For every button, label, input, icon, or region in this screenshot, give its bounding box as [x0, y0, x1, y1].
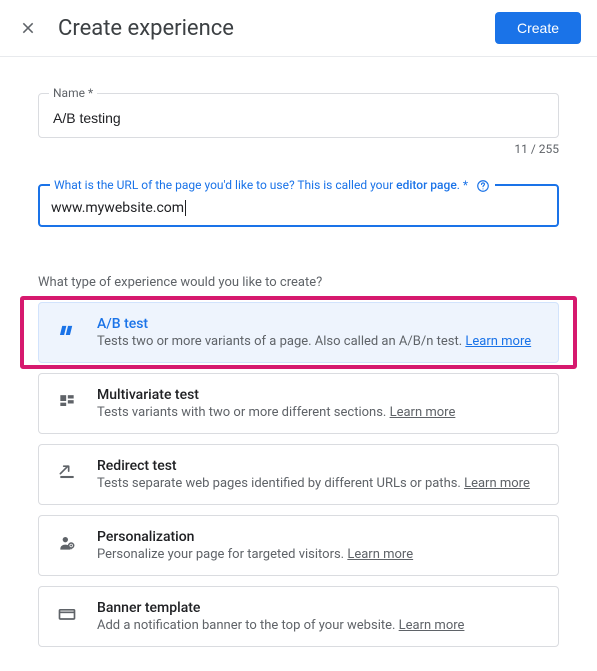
url-input-box[interactable]: What is the URL of the page you'd like t… [38, 184, 559, 227]
learn-more-link[interactable]: Learn more [399, 618, 465, 633]
option-personalization[interactable]: Personalization Personalize your page fo… [38, 515, 559, 576]
page-title: Create experience [58, 16, 495, 41]
experience-type-question: What type of experience would you like t… [38, 275, 559, 290]
experience-type-options: A/B test Tests two or more variants of a… [38, 302, 559, 647]
option-banner-template[interactable]: Banner template Add a notification banne… [38, 586, 559, 647]
learn-more-link[interactable]: Learn more [390, 405, 456, 420]
name-label: Name * [49, 86, 97, 100]
option-desc: Personalize your page for targeted visit… [97, 547, 542, 562]
option-desc-text: Add a notification banner to the top of … [97, 618, 399, 633]
url-field: What is the URL of the page you'd like t… [38, 184, 559, 227]
name-input[interactable] [51, 109, 546, 127]
name-input-box[interactable]: Name * [38, 93, 559, 138]
option-title: Multivariate test [97, 387, 542, 403]
url-label: What is the URL of the page you'd like t… [50, 178, 495, 194]
multivariate-icon [55, 389, 79, 413]
url-value: www.mywebsite.com [51, 200, 184, 216]
option-ab-wrap: A/B test Tests two or more variants of a… [38, 302, 559, 363]
text-caret [185, 200, 186, 216]
url-label-pre: What is the URL of the page you'd like t… [54, 178, 396, 192]
create-button[interactable]: Create [495, 12, 581, 44]
personalization-icon [55, 531, 79, 555]
ab-test-icon [55, 318, 79, 342]
option-desc: Tests variants with two or more differen… [97, 405, 542, 420]
redirect-icon [55, 460, 79, 484]
close-icon[interactable] [16, 16, 40, 40]
option-desc: Tests two or more variants of a page. Al… [97, 334, 542, 349]
option-desc-text: Personalize your page for targeted visit… [97, 547, 347, 562]
option-multivariate-test[interactable]: Multivariate test Tests variants with tw… [38, 373, 559, 434]
option-ab-test[interactable]: A/B test Tests two or more variants of a… [38, 302, 559, 363]
dialog-header: Create experience Create [0, 0, 597, 57]
option-desc: Add a notification banner to the top of … [97, 618, 542, 633]
option-desc-text: Tests variants with two or more differen… [97, 405, 390, 420]
option-body: Multivariate test Tests variants with tw… [97, 387, 542, 420]
option-desc-text: Tests separate web pages identified by d… [97, 476, 464, 491]
option-title: Personalization [97, 529, 542, 545]
name-field: Name * 11 / 255 [38, 93, 559, 156]
option-title: Banner template [97, 600, 542, 616]
learn-more-link[interactable]: Learn more [465, 334, 531, 349]
option-desc-text: Tests two or more variants of a page. Al… [97, 334, 465, 349]
option-redirect-test[interactable]: Redirect test Tests separate web pages i… [38, 444, 559, 505]
option-title: A/B test [97, 316, 542, 332]
name-char-count: 11 / 255 [38, 142, 559, 156]
option-body: Personalization Personalize your page fo… [97, 529, 542, 562]
url-input[interactable]: www.mywebsite.com [51, 200, 186, 216]
option-title: Redirect test [97, 458, 542, 474]
option-body: Banner template Add a notification banne… [97, 600, 542, 633]
learn-more-link[interactable]: Learn more [464, 476, 530, 491]
option-body: Redirect test Tests separate web pages i… [97, 458, 542, 491]
url-label-bold: editor page [396, 178, 457, 192]
option-desc: Tests separate web pages identified by d… [97, 476, 542, 491]
banner-icon [55, 602, 79, 626]
option-body: A/B test Tests two or more variants of a… [97, 316, 542, 349]
help-icon[interactable] [475, 178, 491, 194]
url-required-mark: * [460, 178, 468, 192]
dialog-body: Name * 11 / 255 What is the URL of the p… [0, 57, 597, 671]
learn-more-link[interactable]: Learn more [347, 547, 413, 562]
